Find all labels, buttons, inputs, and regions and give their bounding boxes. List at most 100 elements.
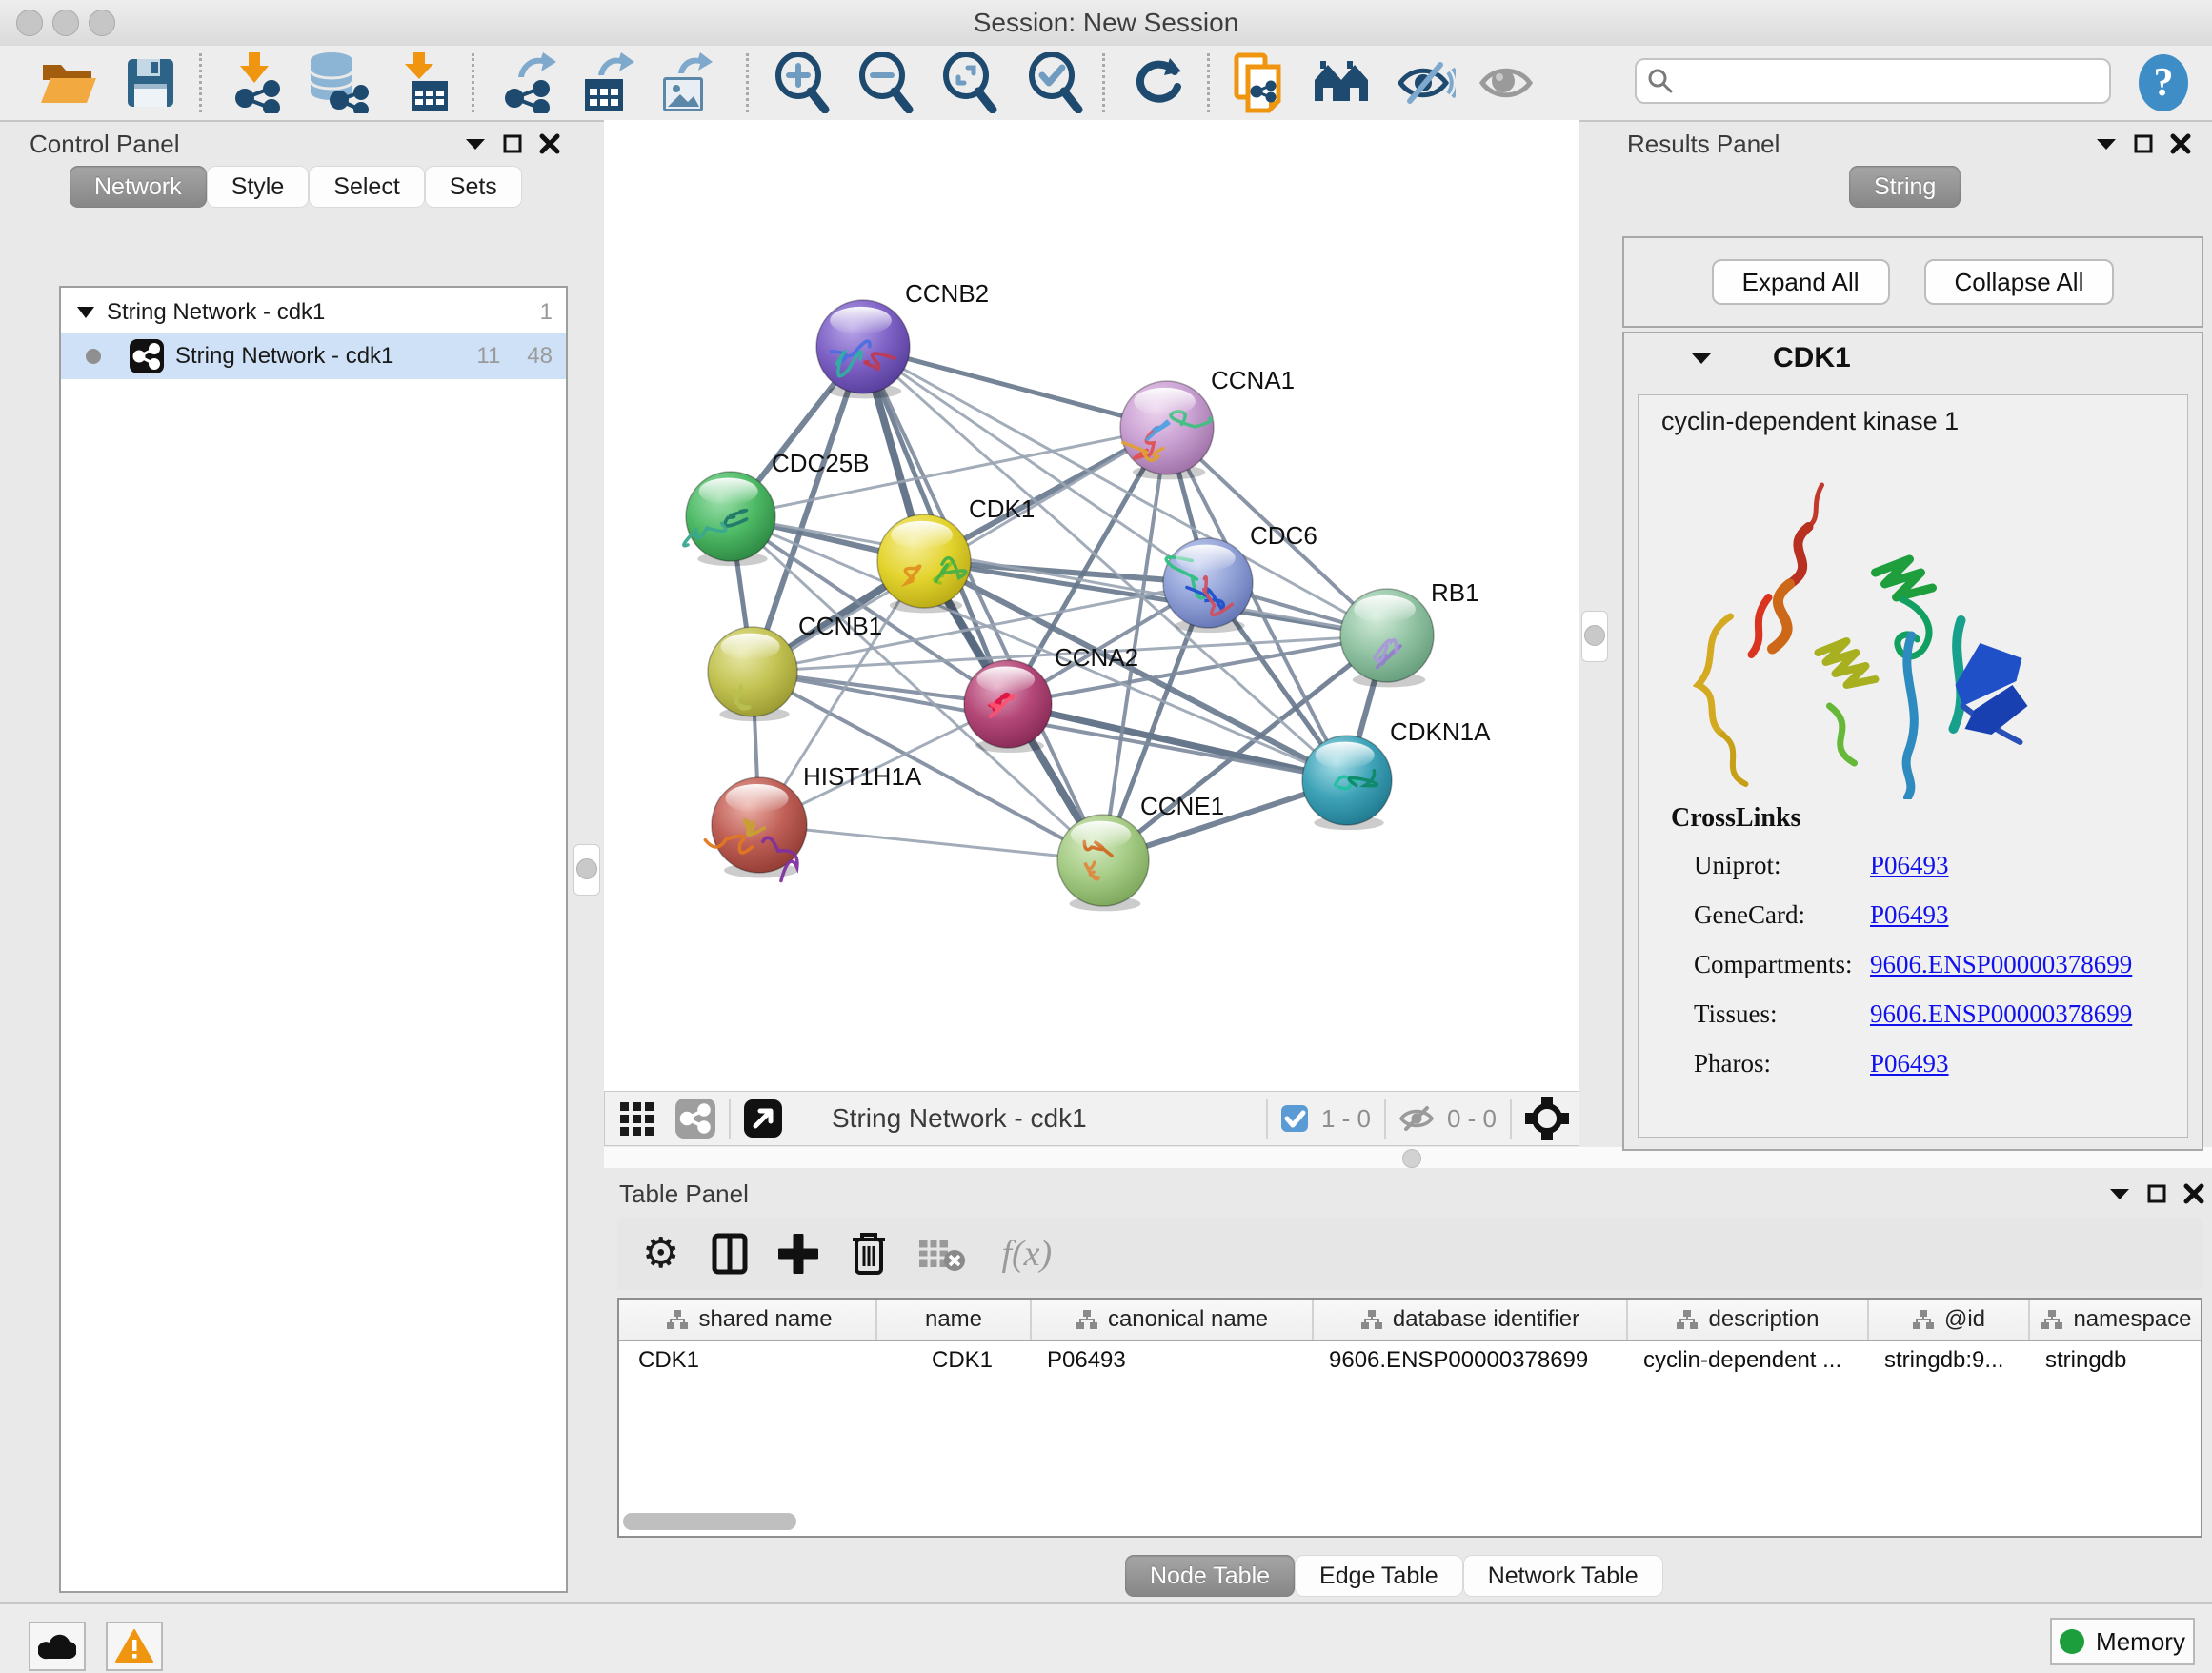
close-panel-icon[interactable] — [539, 133, 560, 154]
save-session-icon[interactable] — [126, 52, 175, 113]
crosslink-label: Compartments: — [1694, 950, 1870, 979]
protein-section-header[interactable]: CDK1 — [1624, 333, 2202, 383]
network-share-icon[interactable] — [675, 1099, 715, 1139]
column-header-sharedname[interactable]: shared name — [623, 1300, 877, 1340]
import-network-icon[interactable] — [231, 52, 285, 113]
node-hist1h1a[interactable]: HIST1H1A — [705, 762, 922, 881]
panel-menu-icon[interactable] — [2096, 136, 2117, 151]
cell-canonicalname[interactable]: P06493 — [1032, 1340, 1314, 1381]
toolbar-separator — [1207, 53, 1210, 112]
node-cdc6[interactable]: CDC6 — [1163, 521, 1317, 633]
cell-sharedname[interactable]: CDK1 — [623, 1340, 877, 1381]
crosslink-value-link[interactable]: P06493 — [1870, 1049, 1949, 1078]
horizontal-scrollbar-thumb[interactable] — [623, 1513, 796, 1530]
tab-style[interactable]: Style — [207, 166, 310, 208]
function-builder-icon[interactable]: f(x) — [1001, 1233, 1052, 1275]
network-snapshot-icon[interactable] — [1233, 52, 1286, 113]
cell-databaseidentifier[interactable]: 9606.ENSP00000378699 — [1314, 1340, 1628, 1381]
cell-id[interactable]: stringdb:9... — [1869, 1340, 2030, 1381]
selected-checkbox-icon[interactable] — [1281, 1105, 1308, 1132]
crosslink-value-link[interactable]: P06493 — [1870, 900, 1949, 930]
hide-graphics-icon[interactable] — [1397, 52, 1456, 113]
node-cdkn1a[interactable]: CDKN1A — [1302, 717, 1491, 830]
crosslink-value-link[interactable]: 9606.ENSP00000378699 — [1870, 950, 2132, 979]
toolbar-separator — [1102, 53, 1105, 112]
delete-table-icon[interactable] — [917, 1235, 967, 1273]
node-rb1[interactable]: RB1 — [1340, 578, 1479, 687]
column-header-namespace[interactable]: namespace — [2030, 1300, 2202, 1340]
network-canvas[interactable]: CCNB2CCNA1CDC25BCDK1CDC6RB1CCNB1CCNA2CDK… — [604, 120, 1579, 1091]
left-splitter-handle[interactable] — [573, 844, 600, 896]
crosslink-value-link[interactable]: 9606.ENSP00000378699 — [1870, 999, 2132, 1029]
cell-name[interactable]: CDK1 — [877, 1340, 1032, 1381]
pan-crosshair-icon[interactable] — [1525, 1097, 1569, 1140]
column-header-databaseidentifier[interactable]: database identifier — [1314, 1300, 1628, 1340]
splitter-handle-dot[interactable] — [1402, 1149, 1421, 1168]
zoom-in-icon[interactable] — [774, 52, 831, 113]
show-graphics-icon[interactable] — [1478, 52, 1538, 113]
import-table-icon[interactable] — [400, 52, 450, 113]
collapse-all-button[interactable]: Collapse All — [1924, 259, 2115, 305]
open-session-icon[interactable] — [38, 52, 99, 113]
search-field[interactable] — [1635, 58, 2111, 104]
close-panel-icon[interactable] — [2183, 1183, 2204, 1204]
table-settings-icon[interactable]: ⚙ — [642, 1233, 679, 1275]
float-panel-icon[interactable] — [503, 134, 522, 153]
network-collection-row[interactable]: String Network - cdk1 1 — [61, 292, 566, 333]
birdseye-view-icon[interactable] — [744, 1099, 782, 1138]
tab-select[interactable]: Select — [309, 166, 424, 208]
edge-hist1h1a-ccne1[interactable] — [759, 825, 1103, 860]
float-panel-icon[interactable] — [2134, 134, 2153, 153]
warning-button[interactable] — [106, 1622, 163, 1671]
node-label: RB1 — [1431, 578, 1479, 607]
export-network-icon[interactable] — [503, 52, 556, 113]
warning-icon — [115, 1629, 153, 1663]
refresh-icon[interactable] — [1132, 52, 1183, 113]
delete-column-icon[interactable] — [851, 1232, 887, 1276]
cell-namespace[interactable]: stringdb — [2030, 1340, 2202, 1381]
column-header-name[interactable]: name — [877, 1300, 1032, 1340]
tab-string[interactable]: String — [1849, 166, 1961, 208]
search-icon — [1648, 69, 1673, 93]
cell-description[interactable]: cyclin-dependent ... — [1628, 1340, 1869, 1381]
toolbar-separator — [746, 53, 749, 112]
add-column-icon[interactable] — [778, 1234, 818, 1274]
tab-sets[interactable]: Sets — [425, 166, 522, 208]
column-header-id[interactable]: @id — [1869, 1300, 2030, 1340]
zoom-fit-icon[interactable] — [941, 52, 998, 113]
help-icon[interactable]: ? — [2134, 52, 2193, 113]
column-header-description[interactable]: description — [1628, 1300, 1869, 1340]
crosslink-value-link[interactable]: P06493 — [1870, 851, 1949, 880]
network-row-selected[interactable]: String Network - cdk1 11 48 — [61, 333, 566, 379]
memory-button[interactable]: Memory — [2050, 1618, 2195, 1665]
close-panel-icon[interactable] — [2170, 133, 2191, 154]
tab-edge-table[interactable]: Edge Table — [1295, 1555, 1463, 1597]
grid-view-icon[interactable] — [618, 1100, 654, 1137]
right-splitter-handle[interactable] — [1581, 611, 1608, 662]
show-columns-icon[interactable] — [712, 1233, 748, 1275]
node-table[interactable]: shared namenamecanonical namedatabase id… — [617, 1298, 2202, 1538]
node-cdk1[interactable]: CDK1 — [877, 494, 1035, 613]
zoom-selected-icon[interactable] — [1027, 52, 1084, 113]
protein-name: CDK1 — [1773, 342, 1851, 374]
column-header-canonicalname[interactable]: canonical name — [1032, 1300, 1314, 1340]
tab-node-table[interactable]: Node Table — [1125, 1555, 1295, 1597]
cloud-button[interactable] — [29, 1622, 86, 1671]
panel-menu-icon[interactable] — [465, 136, 486, 151]
export-table-icon[interactable] — [579, 52, 634, 113]
panel-menu-icon[interactable] — [2109, 1186, 2130, 1201]
float-panel-icon[interactable] — [2147, 1184, 2166, 1203]
hidden-eye-icon[interactable] — [1399, 1104, 1434, 1133]
search-input[interactable] — [1680, 67, 2084, 95]
node-ccna1[interactable]: CCNA1 — [1120, 366, 1295, 479]
node-ccne1[interactable]: CCNE1 — [1057, 792, 1224, 911]
node-label: CCNA2 — [1055, 643, 1138, 672]
expand-all-button[interactable]: Expand All — [1712, 259, 1890, 305]
tab-network[interactable]: Network — [70, 166, 207, 208]
import-database-icon[interactable] — [307, 52, 370, 113]
zoom-out-icon[interactable] — [857, 52, 915, 113]
tree-expander-icon[interactable] — [76, 305, 95, 320]
birdseye-home-icon[interactable] — [1313, 52, 1372, 113]
tab-network-table[interactable]: Network Table — [1463, 1555, 1663, 1597]
export-image-icon[interactable] — [657, 52, 713, 113]
